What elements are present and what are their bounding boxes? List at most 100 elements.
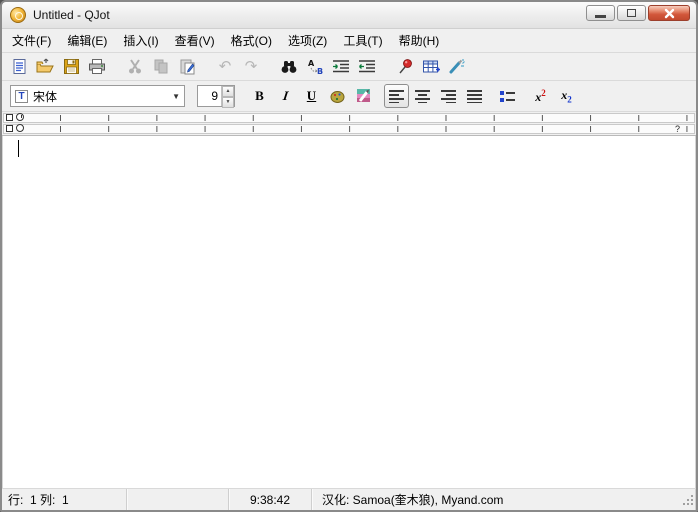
print-icon <box>89 59 105 74</box>
replace-icon: A B <box>308 59 323 75</box>
superscript-button[interactable]: x2 <box>528 84 553 108</box>
redo-button: ↷ <box>238 55 264 79</box>
clipboard-group <box>122 55 200 79</box>
close-icon <box>664 8 674 18</box>
close-button[interactable] <box>648 5 690 21</box>
minimize-button[interactable] <box>586 5 615 21</box>
insert-table-icon <box>423 60 440 72</box>
bullet-list-button[interactable] <box>495 84 520 108</box>
document-editor[interactable] <box>2 136 696 488</box>
align-right-button[interactable] <box>436 84 461 108</box>
bullet-list-icon <box>500 89 515 103</box>
copy-button <box>148 55 174 79</box>
replace-button[interactable]: A B <box>302 55 328 79</box>
undo-icon: ↶ <box>218 57 232 75</box>
font-family-combobox[interactable]: T 宋体 ▼ <box>10 85 185 107</box>
menu-tools[interactable]: 工具(T) <box>335 29 390 52</box>
left-indent-marker[interactable] <box>6 125 13 132</box>
format-brush-button[interactable] <box>444 55 470 79</box>
underline-button[interactable]: U <box>299 84 324 108</box>
indent-decrease-button[interactable] <box>354 55 380 79</box>
font-size-spinner[interactable]: 9 ▲ ▼ <box>197 85 235 108</box>
highlighter-icon <box>356 89 370 102</box>
ruler-bottom-strip[interactable]: ? <box>3 124 695 134</box>
font-size-value[interactable]: 9 <box>198 86 221 106</box>
align-justify-button[interactable] <box>462 84 487 108</box>
menu-insert[interactable]: 插入(I) <box>115 29 166 52</box>
pushpin-icon <box>398 59 412 74</box>
redo-icon: ↷ <box>244 57 258 75</box>
spin-up-button[interactable]: ▲ <box>222 86 234 97</box>
pin-button[interactable] <box>392 55 418 79</box>
line-column-value: 行: 1 列: 1 <box>8 493 69 507</box>
paste-button[interactable] <box>174 55 200 79</box>
print-button[interactable] <box>84 55 110 79</box>
subscript-icon: x2 <box>561 87 572 105</box>
resize-grip[interactable] <box>683 495 693 507</box>
empty-panel <box>127 489 229 510</box>
italic-button[interactable]: I <box>273 84 298 108</box>
insert-group <box>392 55 470 79</box>
localization-panel: 汉化: Samoa(奎木狼), Myand.com <box>312 489 696 510</box>
open-button[interactable] <box>32 55 58 79</box>
truetype-icon: T <box>15 89 28 103</box>
align-justify-icon <box>467 89 482 103</box>
clock-panel: 9:38:42 <box>229 489 312 510</box>
menu-view[interactable]: 查看(V) <box>167 29 223 52</box>
undo-group: ↶ ↷ <box>212 55 264 79</box>
menu-file[interactable]: 文件(F) <box>4 29 59 52</box>
main-toolbar: ↶ ↷ A B <box>2 53 696 81</box>
svg-text:A: A <box>308 59 315 68</box>
indent-decrease-icon <box>359 60 375 73</box>
first-line-indent-marker[interactable] <box>6 114 13 121</box>
align-left-button[interactable] <box>384 84 409 108</box>
align-center-icon <box>415 89 430 103</box>
tab-clock-marker[interactable] <box>16 113 24 121</box>
insert-table-button[interactable] <box>418 55 444 79</box>
copy-icon <box>154 59 168 74</box>
window-controls <box>586 2 690 28</box>
menu-options[interactable]: 选项(Z) <box>280 29 335 52</box>
menu-edit[interactable]: 编辑(E) <box>59 29 115 52</box>
indent-increase-button[interactable] <box>328 55 354 79</box>
localization-text: 汉化: Samoa(奎木狼), Myand.com <box>322 493 504 507</box>
align-left-icon <box>389 89 404 103</box>
spin-down-button[interactable]: ▼ <box>222 97 234 108</box>
line-column-panel: 行: 1 列: 1 <box>2 489 127 510</box>
ruler-top-strip[interactable] <box>3 113 695 123</box>
bold-label: B <box>255 88 264 103</box>
maximize-button[interactable] <box>617 5 646 21</box>
save-button[interactable] <box>58 55 84 79</box>
hanging-indent-marker[interactable] <box>16 124 24 132</box>
maximize-icon <box>627 9 636 17</box>
highlight-button[interactable] <box>351 84 376 108</box>
new-document-icon <box>13 59 25 74</box>
status-bar: 行: 1 列: 1 9:38:42 汉化: Samoa(奎木狼), Myand.… <box>2 488 696 510</box>
subscript-button[interactable]: x2 <box>554 84 579 108</box>
combo-dropdown-icon[interactable]: ▼ <box>172 92 180 101</box>
minimize-icon <box>595 14 606 18</box>
title-bar[interactable]: Untitled - QJot <box>2 2 696 29</box>
format-brush-icon <box>449 59 465 74</box>
window-title: Untitled - QJot <box>33 8 110 22</box>
superscript-icon: x2 <box>535 87 546 104</box>
cut-button <box>122 55 148 79</box>
menu-help[interactable]: 帮助(H) <box>391 29 448 52</box>
app-icon <box>10 7 26 23</box>
menu-format[interactable]: 格式(O) <box>223 29 280 52</box>
find-button[interactable] <box>276 55 302 79</box>
bold-button[interactable]: B <box>247 84 272 108</box>
search-group: A B <box>276 55 380 79</box>
palette-icon <box>330 90 345 103</box>
save-floppy-icon <box>63 59 79 74</box>
clock-value: 9:38:42 <box>249 492 291 507</box>
app-window: Untitled - QJot 文件(F) 编辑(E) 插入(I) 查看(V) … <box>0 0 698 512</box>
italic-label: I <box>281 88 290 103</box>
font-color-button[interactable] <box>325 84 350 108</box>
open-folder-icon <box>36 58 54 73</box>
font-family-value: 宋体 <box>33 89 58 104</box>
ruler[interactable]: ? <box>2 112 696 136</box>
new-button[interactable] <box>6 55 32 79</box>
right-margin-marker[interactable]: ? <box>675 124 680 134</box>
align-center-button[interactable] <box>410 84 435 108</box>
